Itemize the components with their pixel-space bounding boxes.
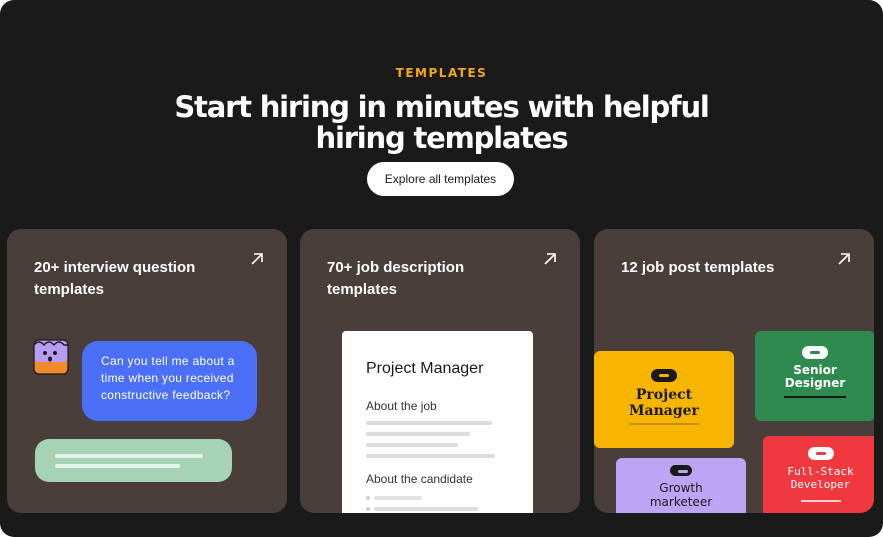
tile-underline	[629, 423, 699, 425]
tile-underline	[784, 396, 846, 398]
bullet-dot	[366, 496, 370, 500]
doc-title: Project Manager	[366, 360, 484, 377]
job-post-tile-growth-marketeer: Growth marketeer	[616, 458, 746, 513]
section-eyebrow: TEMPLATES	[395, 66, 488, 80]
card-title: 70+ job description templates	[327, 259, 465, 298]
placeholder-line	[366, 454, 495, 458]
card-title: 12 job post templates	[621, 259, 775, 276]
badge-pill	[807, 447, 834, 460]
doc-section-heading: About the job	[366, 399, 437, 413]
tile-label: Growth marketeer	[649, 481, 713, 509]
placeholder-line	[374, 507, 478, 511]
explore-templates-button[interactable]: Explore all templates	[367, 162, 514, 196]
job-post-tile-senior-designer: Senior Designer	[755, 331, 874, 421]
arrow-up-right-icon	[544, 253, 556, 265]
placeholder-line	[55, 464, 180, 468]
placeholder-line	[366, 443, 458, 447]
tile-underline	[800, 500, 841, 502]
placeholder-line	[366, 421, 492, 425]
chat-bubble-question: Can you tell me about a time when you re…	[82, 341, 257, 421]
placeholder-line	[55, 454, 203, 458]
placeholder-line	[366, 432, 470, 436]
card-title: 20+ interview question templates	[34, 259, 196, 298]
tile-label: Full-Stack Developer	[787, 465, 854, 491]
templates-section: TEMPLATES Start hiring in minutes with h…	[0, 0, 883, 537]
placeholder-line	[374, 496, 422, 500]
badge-pill	[802, 346, 828, 359]
interview-templates-card[interactable]: 20+ interview question templates Can you…	[7, 229, 287, 513]
job-post-tile-full-stack-developer: Full-Stack Developer	[763, 436, 874, 513]
arrow-up-right-icon	[251, 253, 263, 265]
doc-section-heading: About the candidate	[366, 472, 473, 486]
job-post-templates-card[interactable]: 12 job post templates Project Manager Se…	[594, 229, 874, 513]
tile-label: Senior Designer	[784, 363, 846, 390]
job-description-document: Project Manager About the job About the …	[342, 331, 533, 513]
tile-label: Project Manager	[629, 387, 699, 419]
bullet-dot	[366, 507, 370, 511]
monster-avatar-icon	[33, 339, 69, 375]
chat-bubble-reply	[35, 439, 232, 482]
badge-pill	[670, 465, 692, 476]
section-headline: Start hiring in minutes with helpful hir…	[174, 90, 709, 155]
arrow-up-right-icon	[838, 253, 850, 265]
job-post-tile-project-manager: Project Manager	[594, 351, 734, 448]
job-description-templates-card[interactable]: 70+ job description templates Project Ma…	[300, 229, 580, 513]
badge-pill	[651, 369, 677, 382]
